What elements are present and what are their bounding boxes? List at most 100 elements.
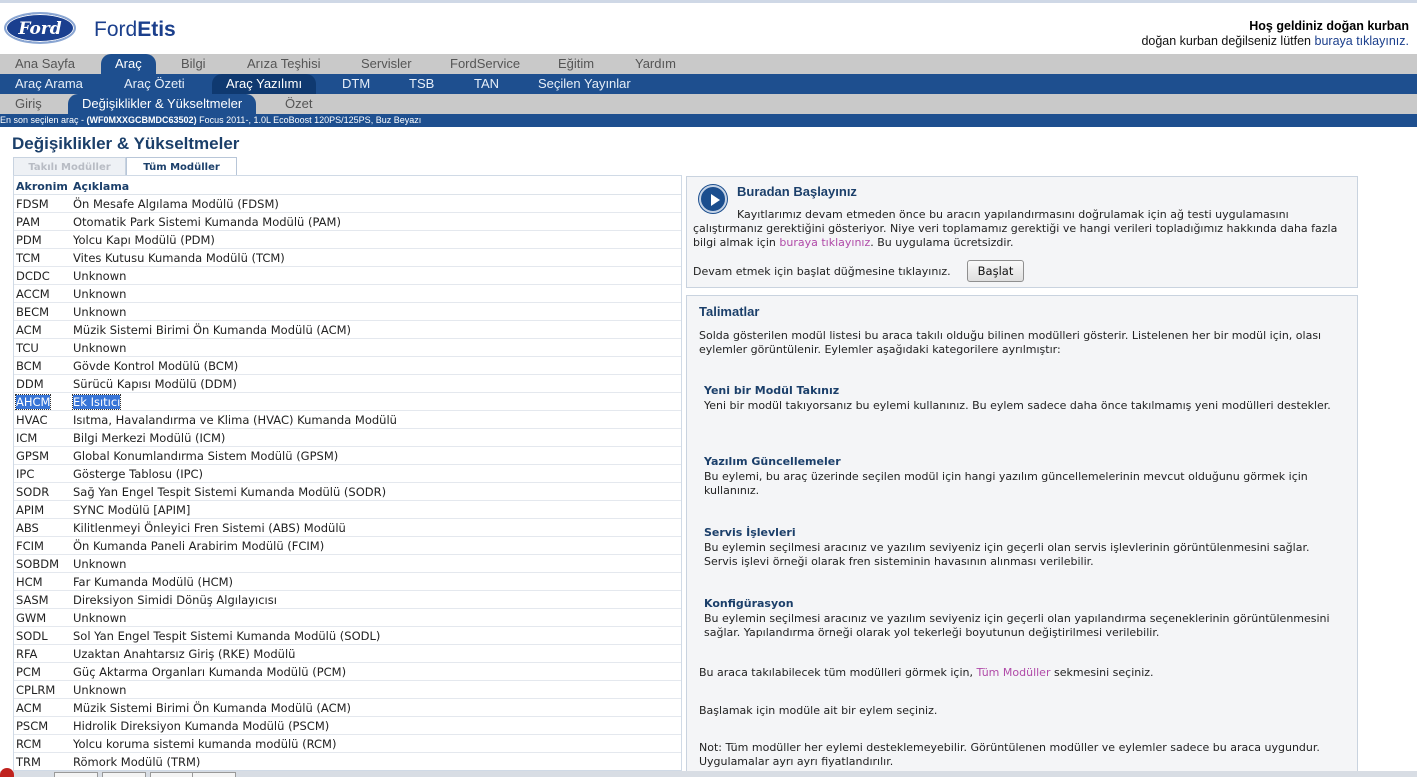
taskbar-start-icon[interactable] bbox=[0, 768, 14, 777]
nav-fordservice[interactable]: FordService bbox=[450, 56, 520, 71]
page-title: Değişiklikler & Yükseltmeler bbox=[12, 134, 240, 153]
table-row[interactable]: GWM Unknown bbox=[14, 609, 681, 627]
module-description: Vites Kutusu Kumanda Modülü (TCM) bbox=[73, 251, 285, 265]
table-row[interactable]: PDM Yolcu Kapı Modülü (PDM) bbox=[14, 231, 681, 249]
nav-secilen-yayinlar[interactable]: Seçilen Yayınlar bbox=[538, 76, 631, 91]
module-acronym: IPC bbox=[16, 467, 35, 481]
module-acronym: GPSM bbox=[16, 449, 50, 463]
start-text-2: . Bu uygulama ücretsizdir. bbox=[870, 236, 1014, 249]
table-row[interactable]: ACM Müzik Sistemi Birimi Ön Kumanda Modül… bbox=[14, 699, 681, 717]
table-row[interactable]: HCM Far Kumanda Modülü (HCM) bbox=[14, 573, 681, 591]
tab-installed-modules[interactable]: Takılı Modüller bbox=[13, 157, 126, 176]
taskbar-item[interactable] bbox=[192, 772, 236, 777]
module-description: Sağ Yan Engel Tespit Sistemi Kumanda Mod… bbox=[73, 485, 387, 499]
taskbar-item[interactable] bbox=[150, 772, 194, 777]
nav-egitim[interactable]: Eğitim bbox=[558, 56, 594, 71]
table-row[interactable]: CPLRM Unknown bbox=[14, 681, 681, 699]
nav-bilgi[interactable]: Bilgi bbox=[181, 56, 206, 71]
module-acronym: ACCM bbox=[16, 287, 50, 301]
taskbar-item[interactable] bbox=[102, 772, 146, 777]
module-acronym: DDM bbox=[16, 377, 44, 391]
module-description: Ön Mesafe Algılama Modülü (FDSM) bbox=[73, 197, 279, 211]
table-row[interactable]: ACCM Unknown bbox=[14, 285, 681, 303]
table-row[interactable]: SASM Direksiyon Simidi Dönüş Algılayıcısı bbox=[14, 591, 681, 609]
module-description: SYNC Modülü [APIM] bbox=[73, 503, 191, 517]
table-row[interactable]: PAM Otomatik Park Sistemi Kumanda Modülü … bbox=[14, 213, 681, 231]
module-description: Unknown bbox=[73, 305, 127, 319]
nav-servisler[interactable]: Servisler bbox=[361, 56, 412, 71]
table-row[interactable]: RFA Uzaktan Anahtarsız Giriş (RKE) Modülü bbox=[14, 645, 681, 663]
brand-light: Ford bbox=[94, 18, 138, 41]
table-row[interactable]: PCM Güç Aktarma Organları Kumanda Modülü … bbox=[14, 663, 681, 681]
sub-nav: Araç Arama Araç Özeti Araç Yazılımı DTM … bbox=[0, 74, 1417, 94]
section-new-module-text: Yeni bir modül takıyorsanız bu eylemi ku… bbox=[704, 399, 1331, 412]
table-row[interactable]: SOBDM Unknown bbox=[14, 555, 681, 573]
module-acronym: GWM bbox=[16, 611, 47, 625]
nav-dtm[interactable]: DTM bbox=[342, 76, 370, 91]
col-description: Açıklama bbox=[73, 180, 130, 193]
table-row[interactable]: IPC Gösterge Tablosu (IPC) bbox=[14, 465, 681, 483]
table-row[interactable]: FDSM Ön Mesafe Algılama Modülü (FDSM) bbox=[14, 195, 681, 213]
all-modules-link[interactable]: Tüm Modüller bbox=[977, 666, 1051, 679]
table-row[interactable]: GPSM Global Konumlandırma Sistem Modülü (… bbox=[14, 447, 681, 465]
module-acronym: ACM bbox=[16, 701, 42, 715]
nav-degisiklikler[interactable]: Değişiklikler & Yükseltmeler bbox=[68, 94, 257, 114]
module-acronym: DCDC bbox=[16, 269, 50, 283]
taskbar-item[interactable] bbox=[54, 772, 98, 777]
start-text: Kayıtlarımız devam etmeden önce bu aracı… bbox=[693, 208, 1353, 250]
table-row[interactable]: SODR Sağ Yan Engel Tespit Sistemi Kumanda… bbox=[14, 483, 681, 501]
module-acronym: BECM bbox=[16, 305, 50, 319]
nav-giris[interactable]: Giriş bbox=[15, 96, 42, 111]
module-description: Sürücü Kapısı Modülü (DDM) bbox=[73, 377, 237, 391]
ford-logo[interactable]: Ford bbox=[4, 12, 76, 44]
module-description: Unknown bbox=[73, 611, 127, 625]
module-description: Ön Kumanda Paneli Arabirim Modülü (FCIM) bbox=[73, 539, 325, 553]
table-row[interactable]: TCU Unknown bbox=[14, 339, 681, 357]
table-row[interactable]: TCM Vites Kutusu Kumanda Modülü (TCM) bbox=[14, 249, 681, 267]
table-row[interactable]: DCDC Unknown bbox=[14, 267, 681, 285]
col-acronym: Akronim bbox=[16, 180, 68, 193]
module-description: Unknown bbox=[73, 557, 127, 571]
all-modules-post: sekmesini seçiniz. bbox=[1050, 666, 1154, 679]
welcome-link[interactable]: buraya tıklayınız. bbox=[1315, 34, 1410, 48]
module-acronym: SODL bbox=[16, 629, 48, 643]
section-nav: Giriş Değişiklikler & Yükseltmeler Özet bbox=[0, 94, 1417, 114]
table-row[interactable]: ACM Müzik Sistemi Birimi Ön Kumanda Modül… bbox=[14, 321, 681, 339]
table-row[interactable]: ABS Kilitlenmeyi Önleyici Fren Sistemi (A… bbox=[14, 519, 681, 537]
tab-all-modules[interactable]: Tüm Modüller bbox=[126, 157, 237, 176]
table-row[interactable]: DDM Sürücü Kapısı Modülü (DDM) bbox=[14, 375, 681, 393]
start-info-link[interactable]: buraya tıklayınız bbox=[779, 236, 870, 249]
nav-tan[interactable]: TAN bbox=[474, 76, 499, 91]
section-new-module-title: Yeni bir Modül Takınız bbox=[704, 384, 840, 397]
nav-yardim[interactable]: Yardım bbox=[635, 56, 676, 71]
table-row[interactable]: ICM Bilgi Merkezi Modülü (ICM) bbox=[14, 429, 681, 447]
table-row[interactable]: SODL Sol Yan Engel Tespit Sistemi Kumanda… bbox=[14, 627, 681, 645]
table-row[interactable]: RCM Yolcu koruma sistemi kumanda modülü (… bbox=[14, 735, 681, 753]
nav-arac-yazilimi[interactable]: Araç Yazılımı bbox=[212, 74, 317, 94]
table-row[interactable]: BECM Unknown bbox=[14, 303, 681, 321]
nav-arac[interactable]: Araç bbox=[101, 54, 156, 74]
table-row[interactable]: PSCM Hidrolik Direksiyon Kumanda Modülü (… bbox=[14, 717, 681, 735]
start-button[interactable]: Başlat bbox=[967, 260, 1024, 282]
table-row[interactable]: BCM Gövde Kontrol Modülü (BCM) bbox=[14, 357, 681, 375]
table-row[interactable]: APIM SYNC Modülü [APIM] bbox=[14, 501, 681, 519]
nav-ozet[interactable]: Özet bbox=[285, 96, 312, 111]
table-row[interactable]: HVAC Isıtma, Havalandırma ve Klima (HVAC)… bbox=[14, 411, 681, 429]
instructions-panel: Talimatlar Solda gösterilen modül listes… bbox=[686, 295, 1358, 775]
nav-arac-ozeti[interactable]: Araç Özeti bbox=[124, 76, 185, 91]
start-title: Buradan Başlayınız bbox=[737, 184, 857, 199]
nav-ariza-teshisi[interactable]: Arıza Teşhisi bbox=[247, 56, 320, 71]
table-row[interactable]: FCIM Ön Kumanda Paneli Arabirim Modülü (F… bbox=[14, 537, 681, 555]
table-row[interactable]: AHCM Ek Isıtıcı bbox=[14, 393, 681, 411]
nav-tsb[interactable]: TSB bbox=[409, 76, 434, 91]
module-description: Unknown bbox=[73, 287, 127, 301]
brand-bold: Etis bbox=[137, 18, 176, 41]
nav-arac-arama[interactable]: Araç Arama bbox=[15, 76, 83, 91]
module-description: Yolcu Kapı Modülü (PDM) bbox=[73, 233, 215, 247]
section-configuration-title: Konfigürasyon bbox=[704, 597, 794, 610]
header: Ford FordEtis Hoş geldiniz doğan kurban … bbox=[0, 0, 1417, 54]
nav-ana-sayfa[interactable]: Ana Sayfa bbox=[15, 56, 75, 71]
module-description: Hidrolik Direksiyon Kumanda Modülü (PSCM… bbox=[73, 719, 330, 733]
instructions-note: Not: Tüm modüller her eylemi desteklemey… bbox=[699, 741, 1320, 768]
table-row[interactable]: TRM Römork Modülü (TRM) bbox=[14, 753, 681, 770]
